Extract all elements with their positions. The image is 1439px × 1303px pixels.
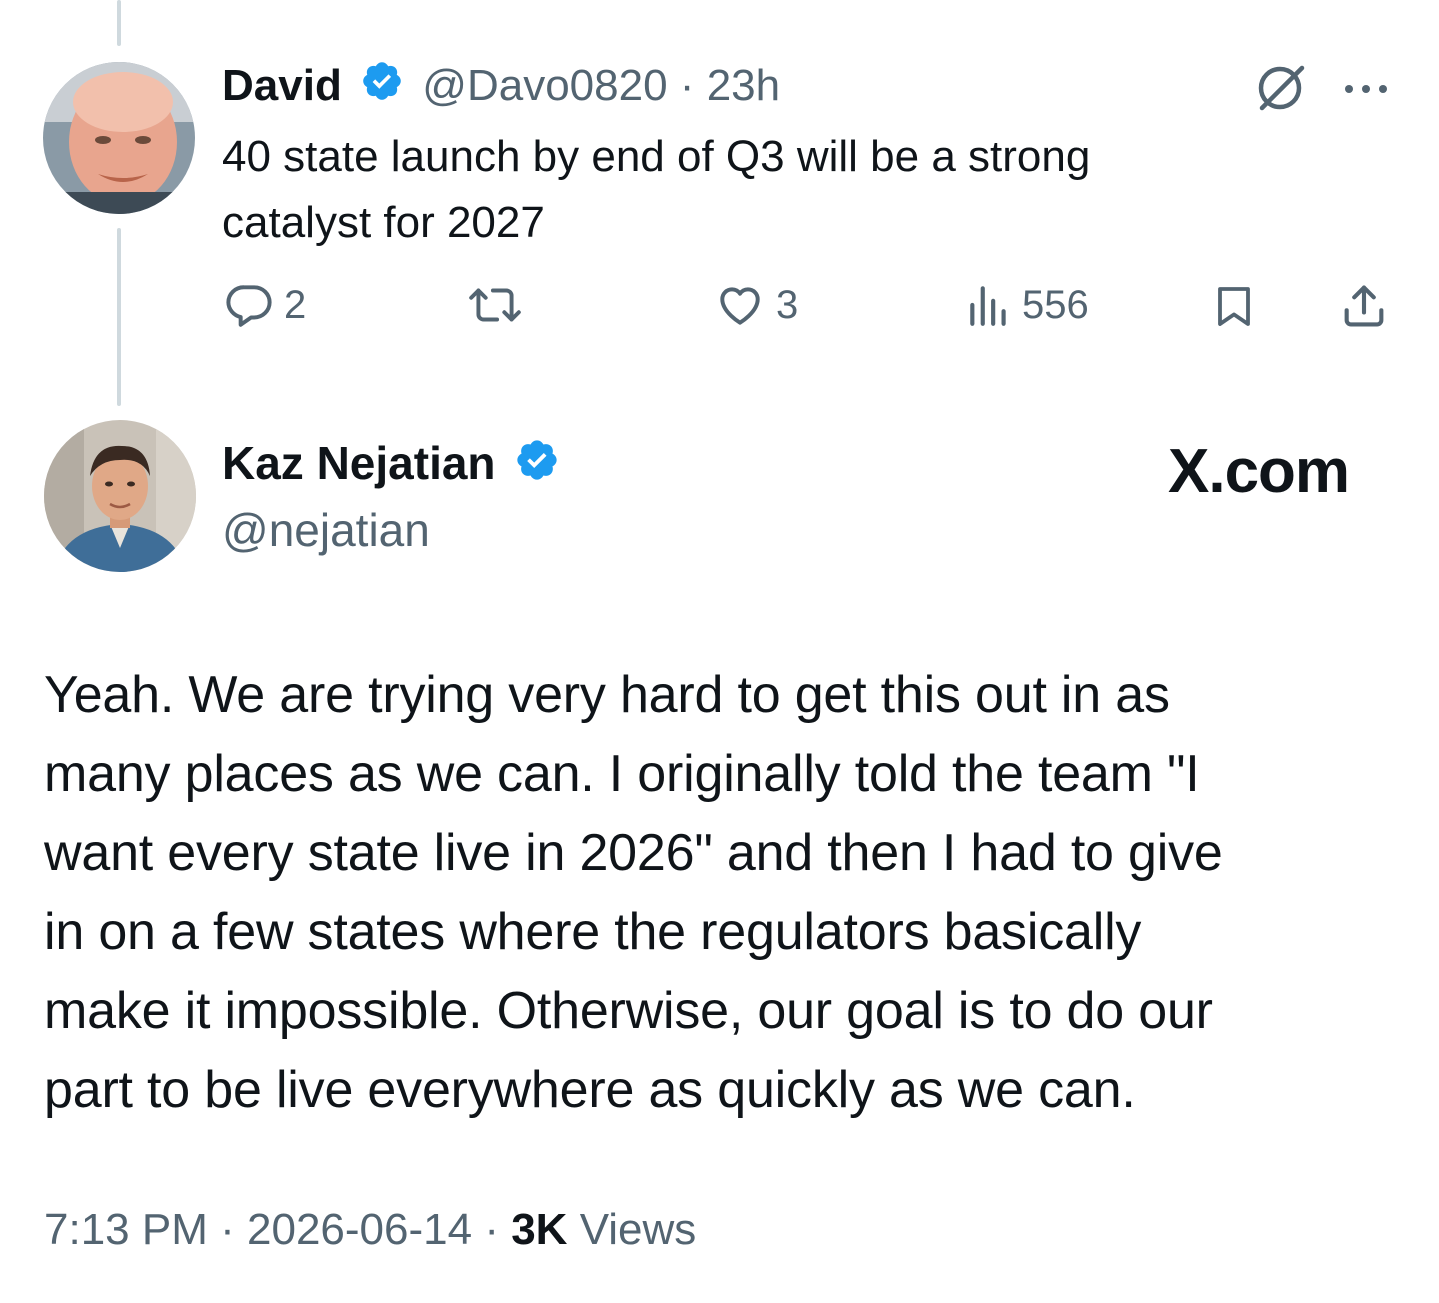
tweet-line-4: in on a few states where the regulators … <box>44 903 1142 961</box>
views-total: 3K <box>511 1205 568 1254</box>
views-count: 556 <box>1022 282 1089 327</box>
retweet-button[interactable] <box>466 280 524 330</box>
verified-badge-icon <box>360 59 404 117</box>
bookmark-icon <box>1218 287 1250 326</box>
separator: · <box>220 1205 235 1254</box>
parent-tweet-text: 40 state launch by end of Q3 will be a s… <box>222 124 1090 256</box>
like-icon <box>720 287 760 325</box>
author-name[interactable]: David <box>222 61 342 110</box>
avatar-kaz[interactable] <box>44 420 196 572</box>
author-name[interactable]: Kaz Nejatian <box>222 437 496 489</box>
verified-badge-icon <box>514 436 560 498</box>
tweet-line-6: part to be live everywhere as quickly as… <box>44 1061 1136 1119</box>
tweet-line-5: make it impossible. Otherwise, our goal … <box>44 982 1213 1040</box>
parent-text-line-2: catalyst for 2027 <box>222 198 545 247</box>
like-button[interactable]: 3 <box>714 280 798 330</box>
reply-count: 2 <box>284 282 307 327</box>
tweet-line-1: Yeah. We are trying very hard to get thi… <box>44 666 1170 724</box>
share-icon <box>1344 285 1384 327</box>
avatar-david[interactable] <box>43 62 195 214</box>
parent-text-line-1: 40 state launch by end of Q3 will be a s… <box>222 132 1091 181</box>
tweet-metadata: 7:13 PM · 2026-06-14 · 3K Views <box>44 1205 696 1255</box>
tweet-time[interactable]: 23h <box>707 61 780 110</box>
tweet-line-3: want every state live in 2026" and then … <box>44 824 1223 882</box>
bookmark-button[interactable] <box>1210 280 1258 332</box>
tweet-timestamp[interactable]: 7:13 PM <box>44 1205 208 1254</box>
separator: · <box>484 1205 499 1254</box>
main-tweet-header: Kaz Nejatian <box>222 432 560 498</box>
like-count: 3 <box>776 282 799 327</box>
author-handle[interactable]: @Davo0820 <box>422 61 667 110</box>
more-icon[interactable] <box>1343 82 1389 100</box>
views-button[interactable]: 556 <box>966 280 1089 330</box>
x-brand-logo: X.com <box>1168 437 1350 506</box>
grok-icon[interactable] <box>1254 62 1310 119</box>
thread-line-top <box>117 0 121 46</box>
retweet-icon <box>469 288 521 322</box>
parent-tweet-header: David @Davo0820 · 23h <box>222 58 780 117</box>
reply-button[interactable]: 2 <box>224 280 306 330</box>
views-label: Views <box>579 1205 697 1254</box>
main-tweet-text: Yeah. We are trying very hard to get thi… <box>44 656 1394 1130</box>
author-handle[interactable]: @nejatian <box>222 500 430 560</box>
thread-line-middle <box>117 228 121 406</box>
tweet-line-2: many places as we can. I originally told… <box>44 745 1200 803</box>
views-icon <box>970 286 1006 326</box>
tweet-date[interactable]: 2026-06-14 <box>247 1205 472 1254</box>
reply-icon <box>226 285 272 327</box>
share-button[interactable] <box>1338 280 1390 332</box>
separator: · <box>679 61 695 110</box>
